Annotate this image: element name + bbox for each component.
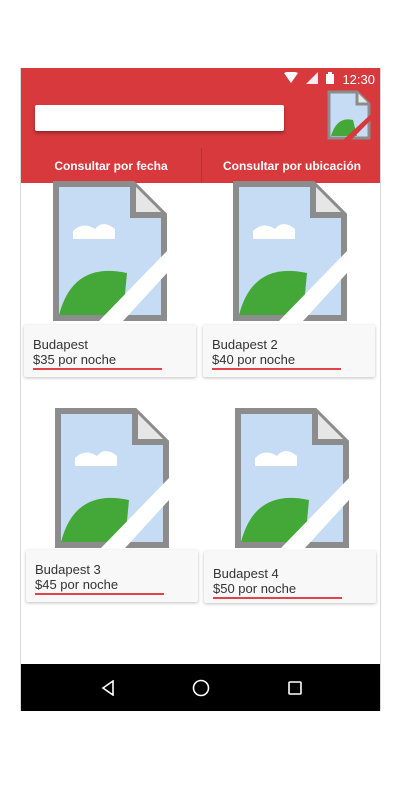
- tab-by-location[interactable]: Consultar por ubicación: [201, 148, 380, 183]
- listing-image-icon[interactable]: [53, 181, 167, 326]
- search-input[interactable]: [35, 105, 284, 131]
- listing-price: $45 por noche: [35, 577, 164, 595]
- home-icon[interactable]: [181, 668, 221, 708]
- phone-screen: 12:30 Consultar por fecha Consultar por …: [20, 68, 381, 711]
- listing-name: Budapest 3: [35, 562, 101, 577]
- broken-image-icon[interactable]: [327, 90, 371, 145]
- tab-bar: Consultar por fecha Consultar por ubicac…: [21, 148, 380, 183]
- listing-name: Budapest: [33, 337, 88, 352]
- listing-image-icon[interactable]: [233, 181, 347, 326]
- listing-image-icon[interactable]: [55, 408, 169, 553]
- app-bar: 12:30 Consultar por fecha Consultar por …: [21, 68, 380, 183]
- recents-icon[interactable]: [275, 668, 315, 708]
- status-time: 12:30: [342, 71, 375, 87]
- wifi-icon: [284, 71, 299, 87]
- tab-by-date[interactable]: Consultar por fecha: [21, 148, 201, 183]
- signal-icon: [306, 71, 319, 87]
- listing-name: Budapest 4: [213, 566, 279, 581]
- listing-image-icon[interactable]: [235, 408, 349, 553]
- system-nav-bar: [21, 664, 380, 711]
- listing-card[interactable]: Budapest $35 por noche: [24, 325, 196, 377]
- status-bar: 12:30: [232, 68, 380, 90]
- listing-price: $50 por noche: [213, 581, 342, 599]
- listing-price: $40 por noche: [212, 352, 341, 370]
- listing-price: $35 por noche: [33, 352, 162, 370]
- listing-card[interactable]: Budapest 3 $45 por noche: [26, 550, 198, 602]
- listing-card[interactable]: Budapest 2 $40 por noche: [203, 325, 375, 377]
- listing-name: Budapest 2: [212, 337, 278, 352]
- back-icon[interactable]: [88, 668, 128, 708]
- battery-icon: [326, 71, 335, 87]
- listing-card[interactable]: Budapest 4 $50 por noche: [204, 551, 376, 603]
